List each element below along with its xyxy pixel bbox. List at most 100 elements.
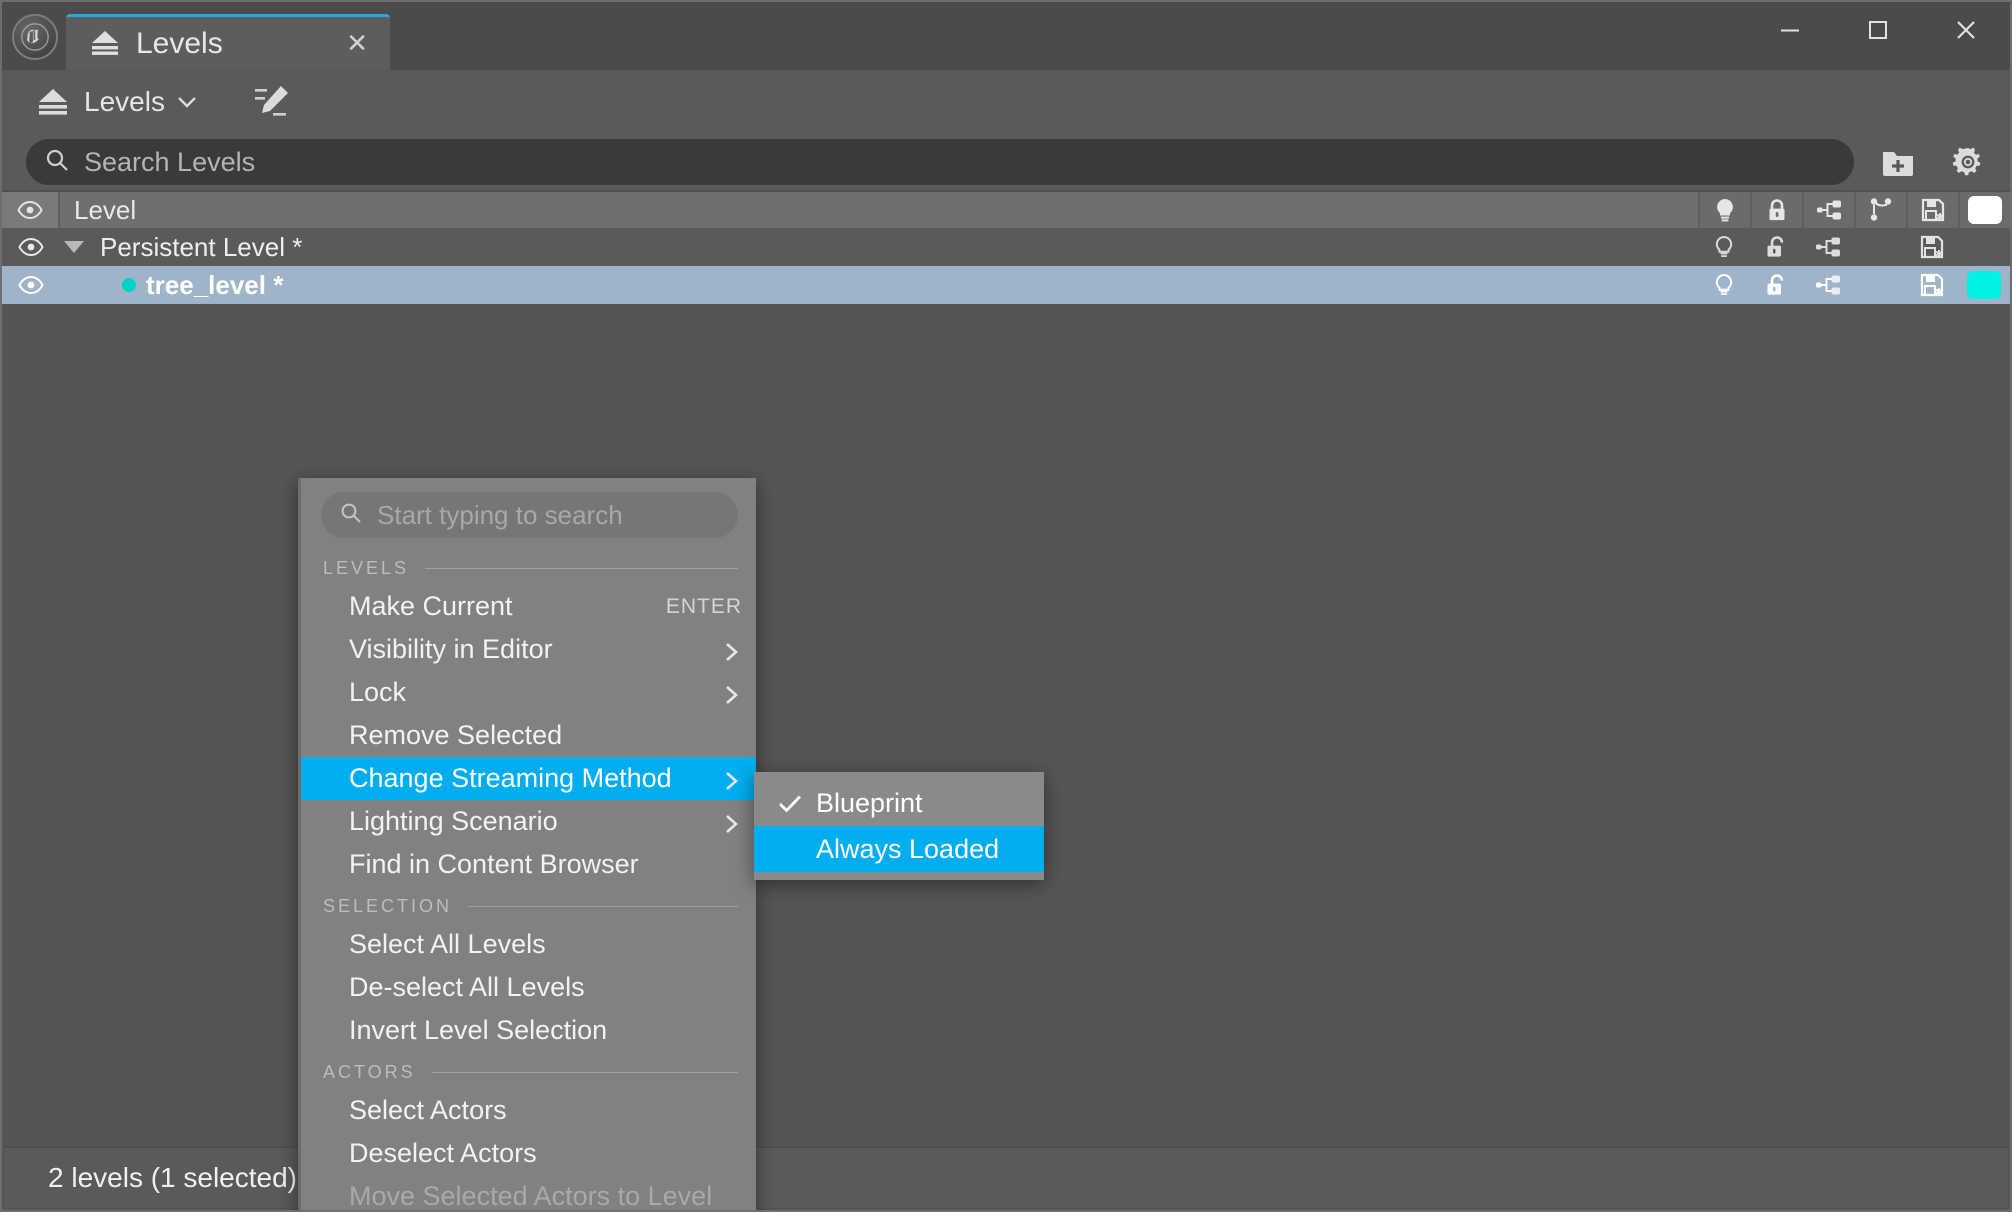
context-menu-item[interactable]: Deselect Actors xyxy=(301,1132,756,1175)
levels-icon xyxy=(34,86,72,118)
column-save-header[interactable] xyxy=(1906,192,1958,228)
context-menu-item[interactable]: Find in Content Browser xyxy=(301,843,756,886)
search-icon xyxy=(44,147,70,178)
change-streaming-method-submenu: Blueprint Always Loaded xyxy=(754,772,1044,880)
context-menu-item-label: Select All Levels xyxy=(349,929,742,960)
edit-levels-button[interactable] xyxy=(243,76,303,129)
row-name-cell[interactable]: tree_level * xyxy=(60,266,1698,304)
context-menu-body: LEVELS Make Current ENTER Visibility in Edi… xyxy=(301,548,756,1212)
row-visibility-toggle[interactable] xyxy=(2,228,60,266)
context-menu-item[interactable]: Change Streaming Method xyxy=(301,757,756,800)
lightbulb-icon xyxy=(1711,196,1739,224)
level-context-menu: LEVELS Make Current ENTER Visibility in Edi… xyxy=(298,478,756,1212)
add-level-button[interactable] xyxy=(1872,138,1924,186)
unlock-icon xyxy=(1762,233,1790,261)
context-menu-item[interactable]: Lighting Scenario xyxy=(301,800,756,843)
unreal-engine-logo-icon xyxy=(12,14,58,60)
lock-icon xyxy=(1763,196,1791,224)
search-row xyxy=(2,134,2010,190)
color-swatch xyxy=(1968,196,2002,224)
context-menu-item[interactable]: Remove Selected xyxy=(301,714,756,757)
context-menu-item[interactable]: Lock xyxy=(301,671,756,714)
column-lightbulb-header[interactable] xyxy=(1698,192,1750,228)
row-name-cell[interactable]: Persistent Level * xyxy=(60,228,1698,266)
row-blueprint-cell xyxy=(1854,266,1906,304)
close-button[interactable] xyxy=(1922,2,2010,58)
section-divider xyxy=(432,1072,738,1073)
column-visibility-header[interactable] xyxy=(2,192,60,228)
row-color-cell[interactable] xyxy=(1958,266,2010,304)
table-row[interactable]: tree_level * xyxy=(2,266,2010,304)
row-save-button[interactable] xyxy=(1906,266,1958,304)
context-menu-item[interactable]: De-select All Levels xyxy=(301,966,756,1009)
context-menu-section-header: SELECTION xyxy=(301,886,756,923)
status-text: 2 levels (1 selected) xyxy=(48,1162,297,1194)
context-menu-item-label: Change Streaming Method xyxy=(349,763,708,794)
expand-collapse-icon[interactable] xyxy=(64,241,84,253)
row-label: tree_level * xyxy=(146,270,283,301)
context-menu-search-wrap xyxy=(301,478,756,548)
column-blueprint-header[interactable] xyxy=(1854,192,1906,228)
context-menu-item-label: De-select All Levels xyxy=(349,972,742,1003)
context-menu-item[interactable]: Invert Level Selection xyxy=(301,1009,756,1052)
row-visibility-toggle[interactable] xyxy=(2,266,60,304)
context-menu-item: Move Selected Actors to Level xyxy=(301,1175,756,1212)
section-divider xyxy=(425,568,738,569)
context-menu-item-label: Make Current xyxy=(349,591,650,622)
context-menu-section-label: LEVELS xyxy=(323,558,409,579)
row-save-button[interactable] xyxy=(1906,228,1958,266)
tab-label: Levels xyxy=(136,27,314,61)
levels-menu-button[interactable]: Levels xyxy=(24,80,207,124)
context-menu-item-label: Lock xyxy=(349,677,708,708)
window-controls xyxy=(1746,2,2010,58)
row-lock-toggle[interactable] xyxy=(1750,228,1802,266)
save-icon xyxy=(1918,271,1946,299)
row-lightbulb-toggle[interactable] xyxy=(1698,228,1750,266)
context-menu-item[interactable]: Visibility in Editor xyxy=(301,628,756,671)
context-menu-item[interactable]: Make Current ENTER xyxy=(301,585,756,628)
streaming-method-icon xyxy=(1814,271,1842,299)
levels-window: Levels ✕ Levels xyxy=(0,0,2012,1212)
levels-menu-label: Levels xyxy=(84,86,165,118)
context-menu-item[interactable]: Select All Levels xyxy=(301,923,756,966)
context-menu-search-input[interactable] xyxy=(377,500,720,531)
context-menu-item-label: Move Selected Actors to Level xyxy=(349,1181,742,1212)
eye-icon xyxy=(17,200,43,220)
row-label: Persistent Level * xyxy=(100,232,302,263)
context-menu-item-shortcut: ENTER xyxy=(666,595,742,619)
toolbar: Levels xyxy=(2,70,2010,134)
column-name-header[interactable]: Level xyxy=(60,192,1698,228)
context-menu-item-label: Lighting Scenario xyxy=(349,806,708,837)
table-row[interactable]: Persistent Level * xyxy=(2,228,2010,266)
titlebar-spacer xyxy=(390,69,1746,70)
row-streaming-toggle[interactable] xyxy=(1802,266,1854,304)
row-lightbulb-toggle[interactable] xyxy=(1698,266,1750,304)
search-icon xyxy=(339,501,363,530)
search-levels-box[interactable] xyxy=(26,139,1854,185)
maximize-button[interactable] xyxy=(1834,2,1922,58)
eye-icon xyxy=(18,237,44,257)
checkmark-icon xyxy=(764,792,816,814)
search-input[interactable] xyxy=(84,147,1836,178)
row-streaming-toggle[interactable] xyxy=(1802,228,1854,266)
level-color-swatch[interactable] xyxy=(1967,271,2001,299)
streaming-method-icon xyxy=(1814,233,1842,261)
column-streaming-header[interactable] xyxy=(1802,192,1854,228)
context-menu-item[interactable]: Select Actors xyxy=(301,1089,756,1132)
tab-close-icon[interactable]: ✕ xyxy=(338,26,376,61)
context-menu-search-box[interactable] xyxy=(321,492,738,538)
column-color-header[interactable] xyxy=(1958,192,2010,228)
section-divider xyxy=(468,906,738,907)
row-lock-toggle[interactable] xyxy=(1750,266,1802,304)
minimize-button[interactable] xyxy=(1746,2,1834,58)
submenu-item-blueprint[interactable]: Blueprint xyxy=(754,780,1044,826)
levels-list: Level xyxy=(2,190,2010,1212)
chevron-right-icon xyxy=(722,811,742,833)
tab-levels[interactable]: Levels ✕ xyxy=(66,14,390,70)
submenu-item-always-loaded[interactable]: Always Loaded xyxy=(754,826,1044,872)
eye-icon xyxy=(18,275,44,295)
row-color-cell xyxy=(1958,228,2010,266)
column-lock-header[interactable] xyxy=(1750,192,1802,228)
settings-button[interactable] xyxy=(1942,138,1994,186)
chevron-right-icon xyxy=(722,639,742,661)
